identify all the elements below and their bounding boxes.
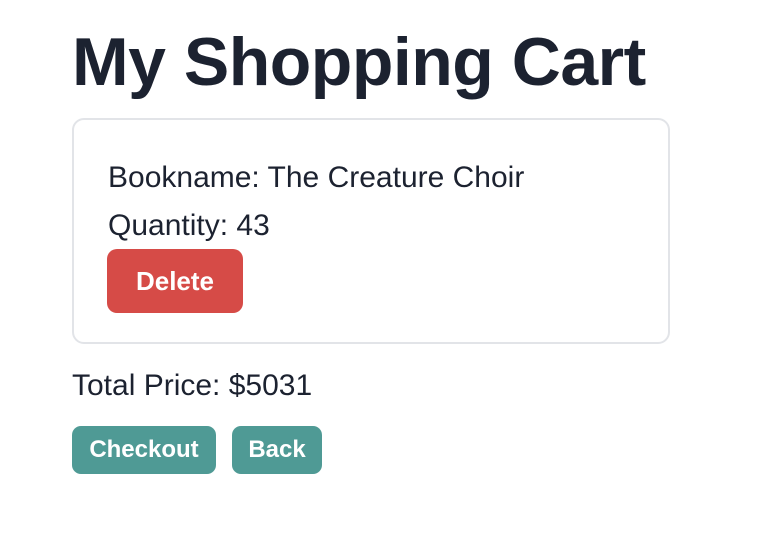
- book-name: Bookname: The Creature Choir: [108, 161, 525, 194]
- back-button[interactable]: Back: [232, 426, 322, 474]
- cart-item-card: Bookname: The Creature Choir Quantity: 4…: [72, 118, 670, 344]
- page-title: My Shopping Cart: [72, 24, 646, 100]
- book-quantity: Quantity: 43: [108, 209, 270, 242]
- checkout-button[interactable]: Checkout: [72, 426, 216, 474]
- total-price: Total Price: $5031: [72, 369, 313, 402]
- delete-button[interactable]: Delete: [107, 249, 243, 313]
